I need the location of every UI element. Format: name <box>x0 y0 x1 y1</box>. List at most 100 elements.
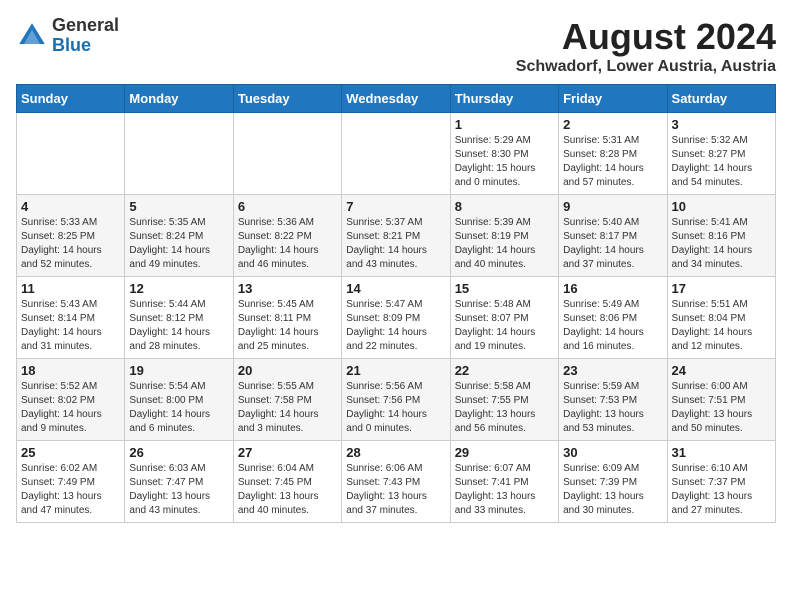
day-number: 2 <box>563 117 662 132</box>
day-number: 31 <box>672 445 771 460</box>
day-detail: Sunrise: 6:07 AM Sunset: 7:41 PM Dayligh… <box>455 462 554 518</box>
calendar-cell: 20Sunrise: 5:55 AM Sunset: 7:58 PM Dayli… <box>233 359 341 441</box>
day-number: 29 <box>455 445 554 460</box>
weekday-row: SundayMondayTuesdayWednesdayThursdayFrid… <box>17 85 776 113</box>
day-detail: Sunrise: 5:31 AM Sunset: 8:28 PM Dayligh… <box>563 134 662 190</box>
weekday-header-saturday: Saturday <box>667 85 775 113</box>
calendar-week-1: 1 Sunrise: 5:29 AM Sunset: 8:30 PM Daylig… <box>17 113 776 195</box>
day-number: 26 <box>129 445 228 460</box>
weekday-header-wednesday: Wednesday <box>342 85 450 113</box>
day-number: 15 <box>455 281 554 296</box>
calendar-week-5: 25 Sunrise: 6:02 AM Sunset: 7:49 PM Dayli… <box>17 441 776 523</box>
main-title: August 2024 <box>516 16 776 58</box>
day-detail: Sunrise: 5:49 AM Sunset: 8:06 PM Dayligh… <box>563 298 662 354</box>
day-detail: Sunrise: 5:32 AM Sunset: 8:27 PM Dayligh… <box>672 134 771 190</box>
calendar-cell: 14 Sunrise: 5:47 AM Sunset: 8:09 PM Dayli… <box>342 277 450 359</box>
day-number: 19 <box>129 363 228 378</box>
page-header: General Blue August 2024 Schwadorf, Lowe… <box>16 16 776 76</box>
day-number: 24 <box>672 363 771 378</box>
day-detail: Sunrise: 5:51 AM Sunset: 8:04 PM Dayligh… <box>672 298 771 354</box>
day-number: 4 <box>21 199 120 214</box>
day-detail: Sunrise: 5:45 AM Sunset: 8:11 PM Dayligh… <box>238 298 337 354</box>
calendar-cell: 6 Sunrise: 5:36 AM Sunset: 8:22 PM Daylig… <box>233 195 341 277</box>
day-number: 14 <box>346 281 445 296</box>
subtitle: Schwadorf, Lower Austria, Austria <box>516 58 776 76</box>
calendar-cell: 19 Sunrise: 5:54 AM Sunset: 8:00 PM Dayli… <box>125 359 233 441</box>
logo-icon <box>16 20 48 52</box>
calendar-week-4: 18 Sunrise: 5:52 AM Sunset: 8:02 PM Dayli… <box>17 359 776 441</box>
day-detail: Sunrise: 5:52 AM Sunset: 8:02 PM Dayligh… <box>21 380 120 436</box>
day-detail: Sunrise: 6:09 AM Sunset: 7:39 PM Dayligh… <box>563 462 662 518</box>
calendar-cell: 24 Sunrise: 6:00 AM Sunset: 7:51 PM Dayli… <box>667 359 775 441</box>
calendar-table: SundayMondayTuesdayWednesdayThursdayFrid… <box>16 84 776 523</box>
day-detail: Sunrise: 5:54 AM Sunset: 8:00 PM Dayligh… <box>129 380 228 436</box>
day-detail: Sunrise: 6:02 AM Sunset: 7:49 PM Dayligh… <box>21 462 120 518</box>
day-detail: Sunrise: 5:35 AM Sunset: 8:24 PM Dayligh… <box>129 216 228 272</box>
calendar-cell <box>342 113 450 195</box>
day-detail: Sunrise: 5:55 AM Sunset: 7:58 PM Dayligh… <box>238 380 337 436</box>
calendar-cell: 5Sunrise: 5:35 AM Sunset: 8:24 PM Daylig… <box>125 195 233 277</box>
day-detail: Sunrise: 5:47 AM Sunset: 8:09 PM Dayligh… <box>346 298 445 354</box>
day-detail: Sunrise: 5:39 AM Sunset: 8:19 PM Dayligh… <box>455 216 554 272</box>
day-number: 17 <box>672 281 771 296</box>
day-detail: Sunrise: 5:58 AM Sunset: 7:55 PM Dayligh… <box>455 380 554 436</box>
calendar-cell: 8 Sunrise: 5:39 AM Sunset: 8:19 PM Daylig… <box>450 195 558 277</box>
day-number: 30 <box>563 445 662 460</box>
day-number: 3 <box>672 117 771 132</box>
day-detail: Sunrise: 6:03 AM Sunset: 7:47 PM Dayligh… <box>129 462 228 518</box>
day-number: 27 <box>238 445 337 460</box>
day-detail: Sunrise: 6:00 AM Sunset: 7:51 PM Dayligh… <box>672 380 771 436</box>
calendar-cell: 2 Sunrise: 5:31 AM Sunset: 8:28 PM Daylig… <box>559 113 667 195</box>
day-detail: Sunrise: 5:44 AM Sunset: 8:12 PM Dayligh… <box>129 298 228 354</box>
calendar-cell: 22 Sunrise: 5:58 AM Sunset: 7:55 PM Dayli… <box>450 359 558 441</box>
weekday-header-friday: Friday <box>559 85 667 113</box>
day-detail: Sunrise: 5:29 AM Sunset: 8:30 PM Dayligh… <box>455 134 554 190</box>
day-number: 10 <box>672 199 771 214</box>
weekday-header-tuesday: Tuesday <box>233 85 341 113</box>
day-detail: Sunrise: 5:36 AM Sunset: 8:22 PM Dayligh… <box>238 216 337 272</box>
logo: General Blue <box>16 16 119 56</box>
calendar-week-2: 4 Sunrise: 5:33 AM Sunset: 8:25 PM Daylig… <box>17 195 776 277</box>
weekday-header-thursday: Thursday <box>450 85 558 113</box>
calendar-cell: 29 Sunrise: 6:07 AM Sunset: 7:41 PM Dayli… <box>450 441 558 523</box>
day-number: 13 <box>238 281 337 296</box>
day-number: 21 <box>346 363 445 378</box>
calendar-cell: 11Sunrise: 5:43 AM Sunset: 8:14 PM Dayli… <box>17 277 125 359</box>
calendar-cell: 4 Sunrise: 5:33 AM Sunset: 8:25 PM Daylig… <box>17 195 125 277</box>
day-number: 18 <box>21 363 120 378</box>
calendar-cell: 3 Sunrise: 5:32 AM Sunset: 8:27 PM Daylig… <box>667 113 775 195</box>
day-number: 8 <box>455 199 554 214</box>
calendar-week-3: 11Sunrise: 5:43 AM Sunset: 8:14 PM Dayli… <box>17 277 776 359</box>
calendar-cell: 18 Sunrise: 5:52 AM Sunset: 8:02 PM Dayli… <box>17 359 125 441</box>
day-number: 9 <box>563 199 662 214</box>
calendar-body: 1 Sunrise: 5:29 AM Sunset: 8:30 PM Daylig… <box>17 113 776 523</box>
calendar-cell <box>125 113 233 195</box>
calendar-cell: 7 Sunrise: 5:37 AM Sunset: 8:21 PM Daylig… <box>342 195 450 277</box>
calendar-cell <box>233 113 341 195</box>
day-detail: Sunrise: 5:37 AM Sunset: 8:21 PM Dayligh… <box>346 216 445 272</box>
calendar-cell: 17 Sunrise: 5:51 AM Sunset: 8:04 PM Dayli… <box>667 277 775 359</box>
day-detail: Sunrise: 6:10 AM Sunset: 7:37 PM Dayligh… <box>672 462 771 518</box>
title-block: August 2024 Schwadorf, Lower Austria, Au… <box>516 16 776 76</box>
day-detail: Sunrise: 5:48 AM Sunset: 8:07 PM Dayligh… <box>455 298 554 354</box>
calendar-cell: 30 Sunrise: 6:09 AM Sunset: 7:39 PM Dayli… <box>559 441 667 523</box>
calendar-cell <box>17 113 125 195</box>
day-detail: Sunrise: 5:33 AM Sunset: 8:25 PM Dayligh… <box>21 216 120 272</box>
calendar-cell: 23Sunrise: 5:59 AM Sunset: 7:53 PM Dayli… <box>559 359 667 441</box>
logo-text: General Blue <box>52 16 119 56</box>
day-number: 6 <box>238 199 337 214</box>
day-number: 7 <box>346 199 445 214</box>
day-detail: Sunrise: 5:43 AM Sunset: 8:14 PM Dayligh… <box>21 298 120 354</box>
calendar-cell: 13 Sunrise: 5:45 AM Sunset: 8:11 PM Dayli… <box>233 277 341 359</box>
day-detail: Sunrise: 5:56 AM Sunset: 7:56 PM Dayligh… <box>346 380 445 436</box>
day-number: 22 <box>455 363 554 378</box>
day-number: 1 <box>455 117 554 132</box>
weekday-header-sunday: Sunday <box>17 85 125 113</box>
day-number: 25 <box>21 445 120 460</box>
day-detail: Sunrise: 5:41 AM Sunset: 8:16 PM Dayligh… <box>672 216 771 272</box>
day-number: 12 <box>129 281 228 296</box>
calendar-cell: 21 Sunrise: 5:56 AM Sunset: 7:56 PM Dayli… <box>342 359 450 441</box>
calendar-cell: 26 Sunrise: 6:03 AM Sunset: 7:47 PM Dayli… <box>125 441 233 523</box>
calendar-cell: 15 Sunrise: 5:48 AM Sunset: 8:07 PM Dayli… <box>450 277 558 359</box>
logo-general-text: General <box>52 16 119 36</box>
